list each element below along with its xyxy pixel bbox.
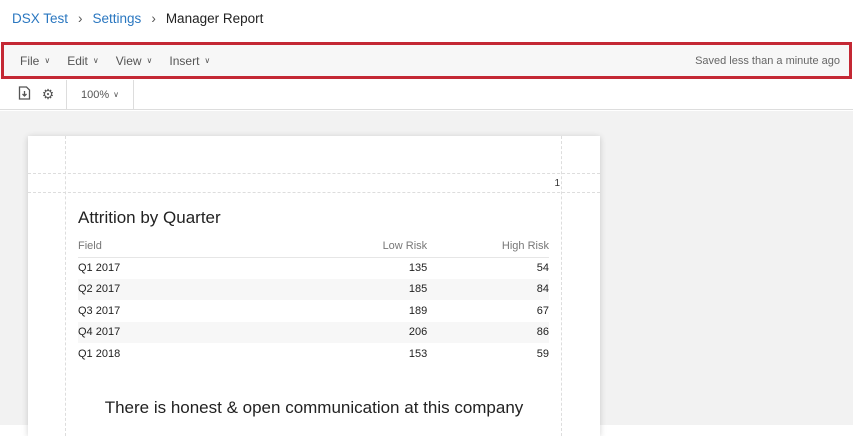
- chevron-down-icon: ∨: [146, 56, 153, 65]
- breadcrumb-dsx-test[interactable]: DSX Test: [12, 11, 68, 26]
- chevron-down-icon: ∨: [204, 56, 211, 65]
- column-header: High Risk: [427, 236, 549, 258]
- column-header: Low Risk: [187, 236, 428, 258]
- table-row: Q3 2017 189 67: [78, 300, 549, 322]
- table-row: Q1 2017 135 54: [78, 257, 549, 279]
- chart-title[interactable]: There is honest & open communication at …: [28, 398, 600, 418]
- gear-icon[interactable]: ⚙: [38, 86, 58, 103]
- table-cell: Q3 2017: [78, 304, 121, 317]
- table-title[interactable]: Attrition by Quarter: [78, 208, 221, 228]
- zoom-select[interactable]: 100% ∨: [67, 89, 133, 101]
- chevron-down-icon: ∨: [92, 56, 99, 65]
- menu-edit[interactable]: Edit ∨: [67, 54, 99, 68]
- margin-guide: [561, 136, 562, 436]
- report-page: 1 Attrition by Quarter Field Low Risk Hi…: [28, 136, 600, 436]
- table-row: Q4 2017 206 86: [78, 321, 549, 343]
- report-canvas: 1 Attrition by Quarter Field Low Risk Hi…: [0, 111, 853, 436]
- data-table[interactable]: Field Low Risk High Risk Q1 2017 135 54 Q2 …: [78, 236, 549, 365]
- table-cell: Q1 2018: [78, 347, 121, 360]
- table-cell: Q2 2017: [78, 278, 188, 300]
- table-cell: 54: [536, 262, 549, 274]
- table-cell: 84: [427, 278, 549, 300]
- table-cell: 153: [408, 347, 428, 360]
- table-cell: 206: [187, 321, 428, 343]
- chevron-right-icon: ›: [151, 11, 156, 26]
- table-cell: 86: [427, 321, 549, 343]
- table-cell: Q4 2017: [78, 321, 188, 343]
- table-cell: 59: [536, 347, 549, 360]
- breadcrumb: DSX Test › Settings › Manager Report: [12, 11, 263, 26]
- table-cell: 189: [408, 304, 428, 317]
- margin-guide: [28, 192, 600, 193]
- chevron-down-icon: ∨: [44, 56, 51, 65]
- menu-label: Insert: [169, 53, 200, 68]
- menu-insert[interactable]: Insert ∨: [169, 54, 210, 68]
- table-cell: 135: [408, 262, 428, 274]
- menu-bar: File ∨ Edit ∨ View ∨ Insert ∨ Saved less tha…: [1, 42, 852, 79]
- margin-guide: [65, 136, 66, 436]
- divider: [133, 79, 134, 110]
- breadcrumb-current: Manager Report: [165, 11, 264, 26]
- margin-guide: [28, 173, 600, 174]
- menu-view[interactable]: View ∨: [116, 54, 153, 68]
- chevron-right-icon: ›: [78, 11, 83, 26]
- menu-label: View: [115, 53, 142, 68]
- menu-file[interactable]: File ∨: [20, 54, 50, 68]
- save-status: Saved less than a minute ago: [695, 54, 840, 67]
- breadcrumb-settings[interactable]: Settings: [93, 11, 142, 26]
- table-cell: Q1 2017: [78, 262, 121, 274]
- table-row: Q2 2017 185 84: [78, 278, 549, 300]
- menu-label: File: [20, 53, 40, 68]
- table-row: Q1 2018 153 59: [78, 343, 549, 365]
- column-header: Field: [78, 236, 188, 258]
- zoom-value: 100%: [81, 88, 110, 101]
- export-icon[interactable]: [14, 86, 34, 103]
- chevron-down-icon: ∨: [113, 90, 119, 99]
- menu-label: Edit: [67, 53, 88, 68]
- table-cell: 185: [187, 278, 428, 300]
- table-cell: 67: [536, 304, 549, 317]
- page-number: 1: [554, 178, 560, 189]
- toolbar: ⚙ 100% ∨: [0, 79, 853, 110]
